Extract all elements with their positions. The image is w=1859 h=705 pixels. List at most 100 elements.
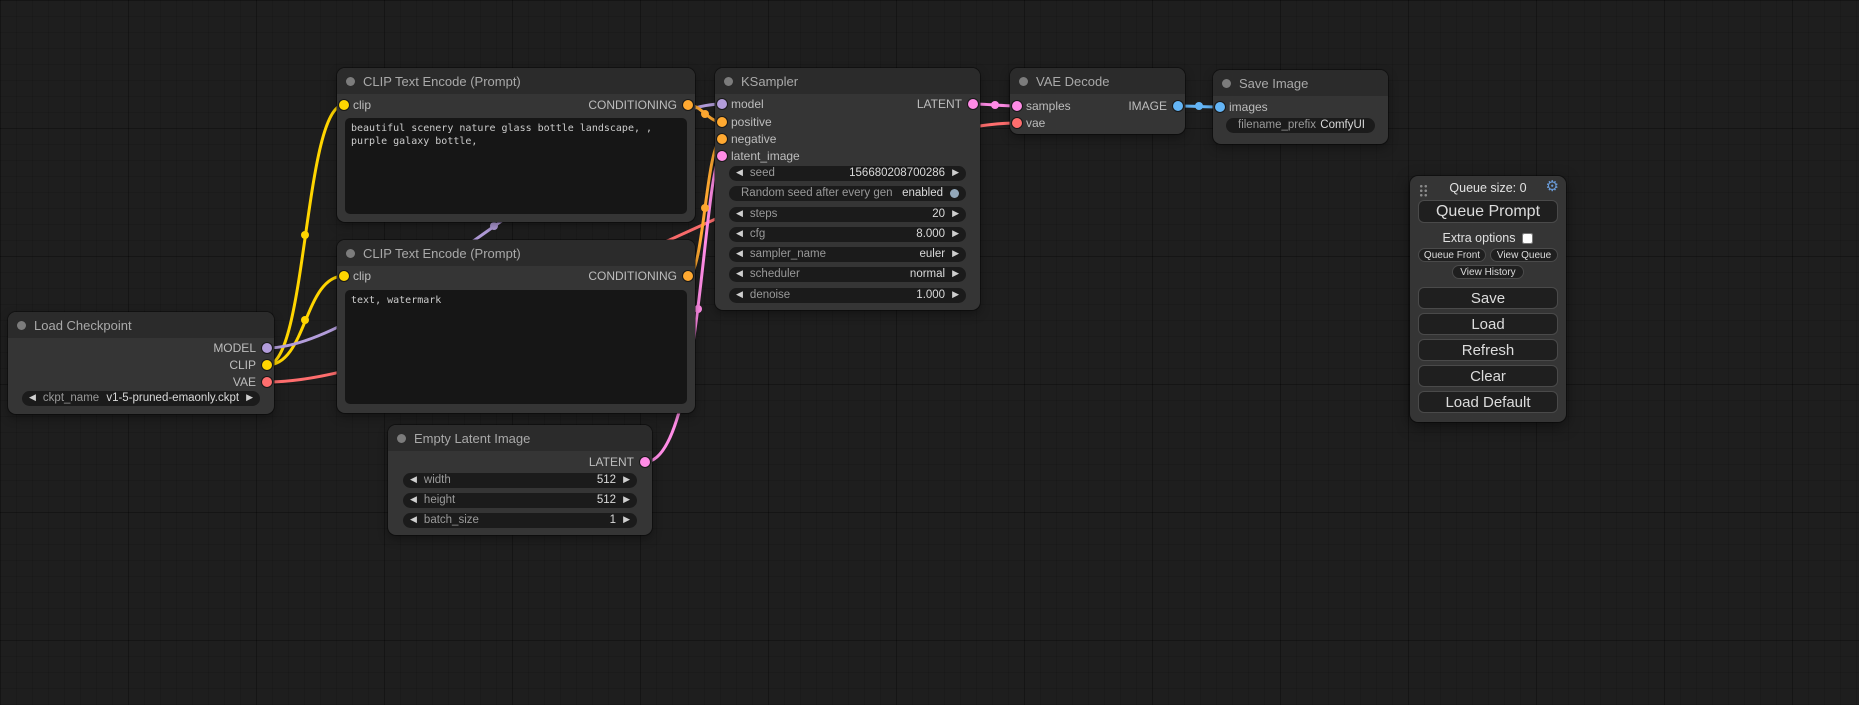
node-save-image[interactable]: Save Image images filename_prefix ComfyU…: [1213, 70, 1388, 144]
input-slot-vae[interactable]: [1012, 118, 1022, 128]
arrow-left-icon[interactable]: ◀: [736, 247, 743, 262]
node-collapse-dot[interactable]: [1222, 79, 1231, 88]
widget-denoise[interactable]: ◀ denoise 1.000 ▶: [729, 288, 966, 303]
arrow-right-icon[interactable]: ▶: [952, 267, 959, 282]
arrow-right-icon[interactable]: ▶: [246, 391, 253, 406]
node-collapse-dot[interactable]: [346, 77, 355, 86]
queue-front-button[interactable]: Queue Front: [1418, 248, 1486, 262]
output-label-latent: LATENT: [917, 97, 962, 111]
arrow-right-icon[interactable]: ▶: [952, 288, 959, 303]
node-title-bar[interactable]: VAE Decode: [1010, 68, 1185, 94]
arrow-right-icon[interactable]: ▶: [952, 227, 959, 242]
arrow-left-icon[interactable]: ◀: [736, 166, 743, 181]
widget-batch-size[interactable]: ◀ batch_size 1 ▶: [403, 513, 637, 528]
settings-gear-icon[interactable]: ⚙: [1546, 179, 1559, 194]
node-title: CLIP Text Encode (Prompt): [363, 74, 521, 89]
input-slot-negative[interactable]: [717, 134, 727, 144]
arrow-right-icon[interactable]: ▶: [623, 513, 630, 528]
node-collapse-dot[interactable]: [397, 434, 406, 443]
input-slot-clip[interactable]: [339, 100, 349, 110]
node-title-bar[interactable]: Empty Latent Image: [388, 425, 652, 451]
refresh-button[interactable]: Refresh: [1418, 339, 1558, 361]
arrow-left-icon[interactable]: ◀: [736, 288, 743, 303]
input-slot-positive[interactable]: [717, 117, 727, 127]
arrow-left-icon[interactable]: ◀: [410, 473, 417, 488]
widget-steps[interactable]: ◀ steps 20 ▶: [729, 207, 966, 222]
input-slot-samples[interactable]: [1012, 101, 1022, 111]
arrow-left-icon[interactable]: ◀: [736, 207, 743, 222]
input-slot-latent-image[interactable]: [717, 151, 727, 161]
arrow-left-icon[interactable]: ◀: [736, 267, 743, 282]
arrow-left-icon[interactable]: ◀: [410, 513, 417, 528]
extra-options-checkbox[interactable]: [1522, 233, 1533, 244]
arrow-right-icon[interactable]: ▶: [952, 207, 959, 222]
widget-value: euler: [920, 247, 946, 262]
output-slot-conditioning[interactable]: [683, 100, 693, 110]
input-label-samples: samples: [1026, 99, 1071, 113]
node-collapse-dot[interactable]: [17, 321, 26, 330]
widget-seed[interactable]: ◀ seed 156680208700286 ▶: [729, 166, 966, 181]
node-title-bar[interactable]: CLIP Text Encode (Prompt): [337, 68, 695, 94]
queue-size-label: Queue size: 0: [1410, 181, 1566, 195]
arrow-right-icon[interactable]: ▶: [952, 247, 959, 262]
widget-sampler-name[interactable]: ◀ sampler_name euler ▶: [729, 247, 966, 262]
output-label-conditioning: CONDITIONING: [588, 98, 677, 112]
input-slot-model[interactable]: [717, 99, 727, 109]
clear-button[interactable]: Clear: [1418, 365, 1558, 387]
output-slot-model[interactable]: [262, 343, 272, 353]
node-collapse-dot[interactable]: [1019, 77, 1028, 86]
widget-name: filename_prefix: [1238, 118, 1316, 133]
node-title-bar[interactable]: Load Checkpoint: [8, 312, 274, 338]
widget-value: normal: [910, 267, 945, 282]
output-slot-latent[interactable]: [968, 99, 978, 109]
widget-filename-prefix[interactable]: filename_prefix ComfyUI: [1226, 118, 1375, 133]
toggle-indicator[interactable]: [950, 189, 959, 198]
node-title-bar[interactable]: KSampler: [715, 68, 980, 94]
view-queue-button[interactable]: View Queue: [1490, 248, 1558, 262]
widget-name: denoise: [750, 288, 790, 303]
node-empty-latent-image[interactable]: Empty Latent Image LATENT ◀ width 512 ▶ …: [388, 425, 652, 535]
input-slot-images[interactable]: [1215, 102, 1225, 112]
save-button[interactable]: Save: [1418, 287, 1558, 309]
output-slot-vae[interactable]: [262, 377, 272, 387]
queue-prompt-button[interactable]: Queue Prompt: [1418, 200, 1558, 223]
arrow-right-icon[interactable]: ▶: [623, 473, 630, 488]
output-slot-image[interactable]: [1173, 101, 1183, 111]
input-slot-clip[interactable]: [339, 271, 349, 281]
arrow-left-icon[interactable]: ◀: [29, 391, 36, 406]
load-default-button[interactable]: Load Default: [1418, 391, 1558, 413]
output-label-clip: CLIP: [229, 358, 256, 372]
widget-value: 1: [610, 513, 616, 528]
node-vae-decode[interactable]: VAE Decode samples vae IMAGE: [1010, 68, 1185, 134]
widget-scheduler[interactable]: ◀ scheduler normal ▶: [729, 267, 966, 282]
node-ksampler[interactable]: KSampler model positive negative latent_…: [715, 68, 980, 310]
widget-width[interactable]: ◀ width 512 ▶: [403, 473, 637, 488]
arrow-left-icon[interactable]: ◀: [410, 493, 417, 508]
link-dot: [694, 305, 702, 313]
output-slot-clip[interactable]: [262, 360, 272, 370]
output-slot-conditioning[interactable]: [683, 271, 693, 281]
link-dot: [991, 101, 999, 109]
node-title-bar[interactable]: CLIP Text Encode (Prompt): [337, 240, 695, 266]
arrow-right-icon[interactable]: ▶: [623, 493, 630, 508]
widget-ckpt-name[interactable]: ◀ ckpt_name v1-5-pruned-emaonly.ckpt ▶: [22, 391, 260, 406]
widget-random-seed-toggle[interactable]: Random seed after every gen enabled: [729, 186, 966, 201]
arrow-right-icon[interactable]: ▶: [952, 166, 959, 181]
prompt-textarea[interactable]: beautiful scenery nature glass bottle la…: [345, 118, 687, 214]
view-history-button[interactable]: View History: [1452, 265, 1524, 279]
node-collapse-dot[interactable]: [346, 249, 355, 258]
node-load-checkpoint[interactable]: Load Checkpoint MODEL CLIP VAE ◀ ckpt_na…: [8, 312, 274, 414]
node-clip-text-encode-negative[interactable]: CLIP Text Encode (Prompt) clip CONDITION…: [337, 240, 695, 413]
arrow-left-icon[interactable]: ◀: [736, 227, 743, 242]
prompt-textarea[interactable]: text, watermark: [345, 290, 687, 404]
load-button[interactable]: Load: [1418, 313, 1558, 335]
node-collapse-dot[interactable]: [724, 77, 733, 86]
input-label-negative: negative: [731, 132, 776, 146]
widget-cfg[interactable]: ◀ cfg 8.000 ▶: [729, 227, 966, 242]
input-label-images: images: [1229, 100, 1268, 114]
output-slot-latent[interactable]: [640, 457, 650, 467]
node-title: KSampler: [741, 74, 798, 89]
node-title-bar[interactable]: Save Image: [1213, 70, 1388, 96]
node-clip-text-encode-positive[interactable]: CLIP Text Encode (Prompt) clip CONDITION…: [337, 68, 695, 222]
widget-height[interactable]: ◀ height 512 ▶: [403, 493, 637, 508]
